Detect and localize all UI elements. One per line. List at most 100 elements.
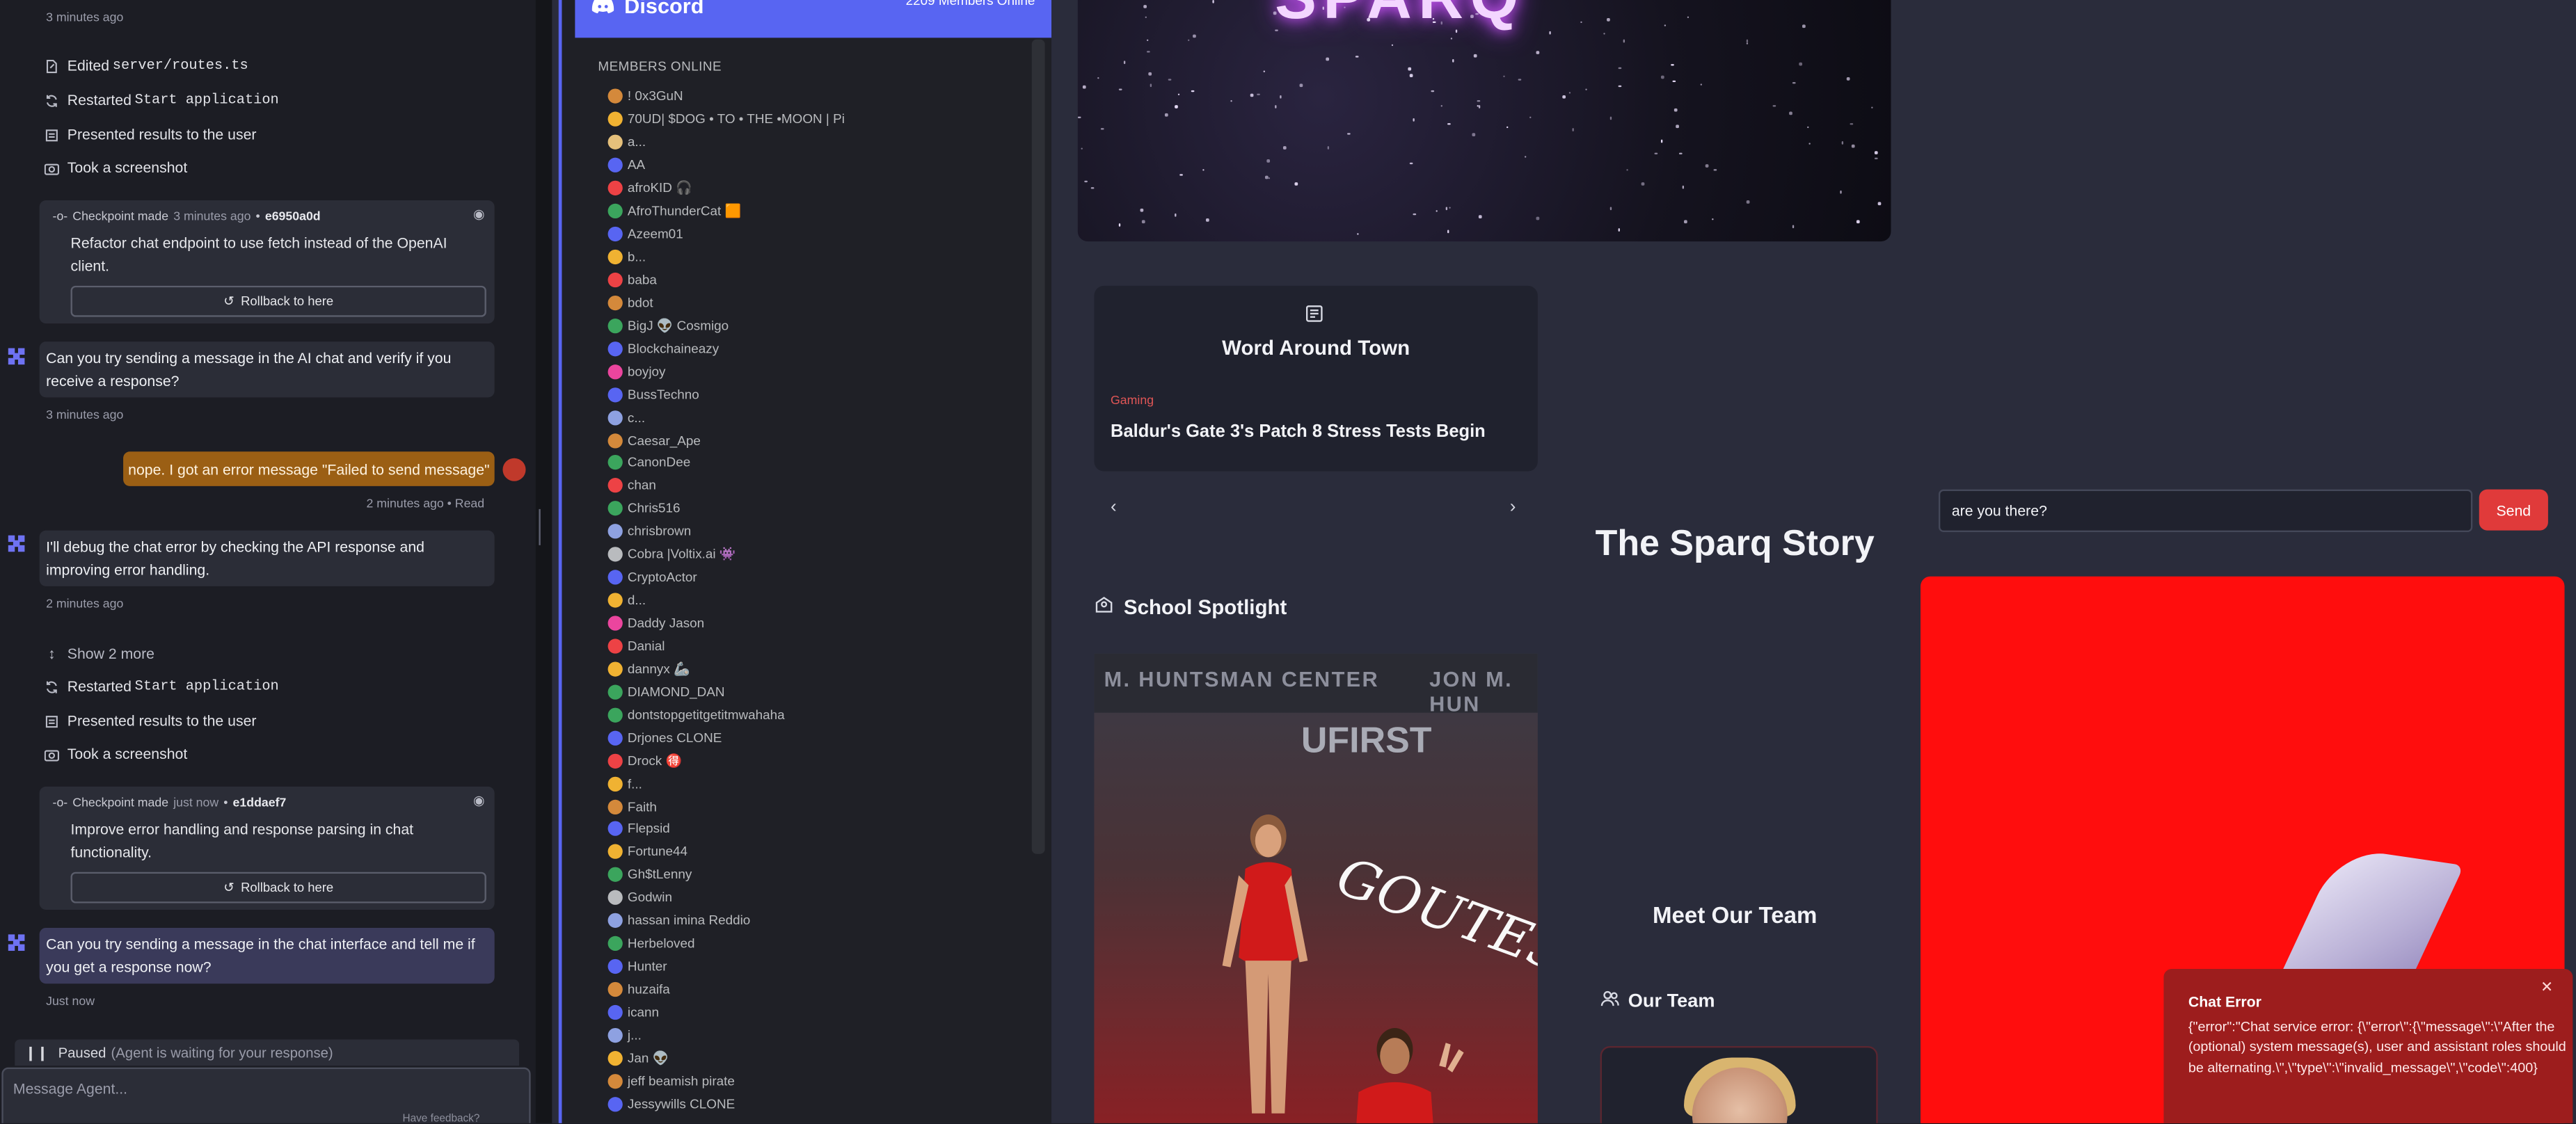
- member-row[interactable]: a...: [607, 131, 1039, 154]
- member-name: Blockchaineazy: [627, 341, 719, 356]
- scrollbar[interactable]: [1031, 39, 1045, 854]
- member-avatar: [607, 135, 623, 150]
- member-row[interactable]: f...: [607, 772, 1039, 795]
- member-row[interactable]: Hunter: [607, 955, 1039, 978]
- preview-icon[interactable]: ◉: [473, 207, 484, 221]
- message-text: Can you try sending a message in the cha…: [46, 936, 475, 976]
- member-row[interactable]: Jan 👽: [607, 1047, 1039, 1070]
- member-row[interactable]: Jessywills CLONE: [607, 1093, 1039, 1116]
- checkpoint-hash: e6950a0d: [264, 208, 321, 224]
- member-row[interactable]: jeff beamish pirate: [607, 1070, 1039, 1093]
- show-more-button[interactable]: ↕ Show 2 more: [45, 645, 154, 662]
- star-decoration: [1841, 141, 1845, 145]
- news-headline[interactable]: Baldur's Gate 3's Patch 8 Stress Tests B…: [1111, 422, 1486, 442]
- rollback-button[interactable]: ↺ Rollback to here: [70, 285, 486, 317]
- star-decoration: [1306, 0, 1309, 3]
- member-row[interactable]: Danial: [607, 635, 1039, 658]
- member-name: BigJ 👽 Cosmigo: [627, 318, 729, 333]
- member-row[interactable]: ! 0x3GuN: [607, 86, 1039, 109]
- star-decoration: [1792, 81, 1796, 85]
- member-row[interactable]: Fortune44: [607, 841, 1039, 864]
- rollback-button[interactable]: ↺ Rollback to here: [70, 872, 486, 904]
- member-row[interactable]: CryptoActor: [607, 566, 1039, 589]
- star-decoration: [1268, 177, 1271, 179]
- member-row[interactable]: bdot: [607, 291, 1039, 314]
- member-row[interactable]: dontstopgetitgetitmwahaha: [607, 703, 1039, 726]
- member-row[interactable]: AA: [607, 154, 1039, 177]
- member-row[interactable]: c...: [607, 406, 1039, 428]
- member-row[interactable]: Faith: [607, 795, 1039, 818]
- users-icon: [1600, 988, 1620, 1013]
- action-restarted[interactable]: Restarted Start application: [45, 678, 279, 695]
- carousel-prev-button[interactable]: ‹: [1111, 497, 1117, 517]
- member-row[interactable]: Flepsid: [607, 818, 1039, 841]
- member-row[interactable]: Herbeloved: [607, 932, 1039, 955]
- action-screenshot[interactable]: Took a screenshot: [44, 746, 187, 762]
- star-decoration: [1174, 214, 1177, 217]
- member-row[interactable]: Cobra |Voltix.ai 👾: [607, 543, 1039, 566]
- member-row[interactable]: boyjoy: [607, 360, 1039, 383]
- member-row[interactable]: CanonDee: [607, 451, 1039, 474]
- member-row[interactable]: Caesar_Ape: [607, 428, 1039, 451]
- member-row[interactable]: 70UD| $DOG • TO • THE •MOON | Pi: [607, 109, 1039, 131]
- member-row[interactable]: d...: [607, 589, 1039, 612]
- member-row[interactable]: Drock 🉐: [607, 749, 1039, 772]
- member-row[interactable]: chan: [607, 474, 1039, 497]
- member-row[interactable]: Azeem01: [607, 223, 1039, 246]
- message-agent-input[interactable]: Message Agent... Have feedback?: [1, 1067, 531, 1123]
- member-row[interactable]: chrisbrown: [607, 520, 1039, 543]
- member-row[interactable]: afroKID 🎧: [607, 177, 1039, 200]
- member-row[interactable]: j...: [607, 1024, 1039, 1047]
- star-decoration: [1101, 127, 1104, 131]
- star-decoration: [1077, 115, 1081, 119]
- rollback-label: Rollback to here: [241, 880, 334, 895]
- chat-message-input[interactable]: are you there?: [1938, 489, 2473, 532]
- action-label: Took a screenshot: [67, 159, 188, 176]
- member-row[interactable]: dannyx 🦾: [607, 657, 1039, 680]
- member-name: Fortune44: [627, 844, 688, 860]
- feedback-link[interactable]: Have feedback?: [402, 1114, 479, 1123]
- news-category[interactable]: Gaming: [1111, 392, 1154, 407]
- member-avatar: [607, 639, 623, 654]
- send-button[interactable]: Send: [2479, 489, 2548, 531]
- member-row[interactable]: b...: [607, 246, 1039, 268]
- panel-resize-handle[interactable]: [535, 0, 552, 1123]
- team-member-card[interactable]: [1600, 1045, 1878, 1123]
- member-row[interactable]: DIAMOND_DAN: [607, 680, 1039, 703]
- member-row[interactable]: BigJ 👽 Cosmigo: [607, 314, 1039, 337]
- star-decoration: [1655, 152, 1657, 155]
- star-decoration: [1641, 182, 1645, 185]
- our-team-label: Our Team: [1628, 990, 1715, 1011]
- member-avatar: [607, 707, 623, 723]
- action-screenshot[interactable]: Took a screenshot: [44, 159, 188, 176]
- present-icon: [45, 127, 59, 142]
- member-avatar: [607, 547, 623, 562]
- close-icon[interactable]: ✕: [2541, 979, 2553, 997]
- star-decoration: [1413, 213, 1416, 216]
- star-decoration: [1706, 165, 1708, 168]
- member-row[interactable]: Blockchaineazy: [607, 337, 1039, 360]
- member-row[interactable]: Drjones CLONE: [607, 726, 1039, 749]
- member-row[interactable]: Daddy Jason: [607, 612, 1039, 635]
- member-row[interactable]: icann: [607, 1001, 1039, 1024]
- action-presented[interactable]: Presented results to the user: [45, 127, 256, 143]
- star-decoration: [1536, 51, 1539, 54]
- action-presented[interactable]: Presented results to the user: [45, 713, 256, 729]
- member-row[interactable]: Godwin: [607, 886, 1039, 909]
- action-restarted[interactable]: Restarted Start application: [45, 92, 279, 109]
- star-decoration: [1140, 209, 1144, 212]
- spotlight-image[interactable]: M. HUNTSMAN CENTER JON M. HUN UFIRST GOU…: [1094, 653, 1538, 1123]
- discord-logo[interactable]: Discord: [591, 0, 703, 18]
- preview-icon[interactable]: ◉: [473, 793, 484, 808]
- member-row[interactable]: Chris516: [607, 497, 1039, 520]
- member-row[interactable]: huzaifa: [607, 978, 1039, 1001]
- member-row[interactable]: hassan imina Reddio: [607, 909, 1039, 932]
- member-row[interactable]: Gh$tLenny: [607, 864, 1039, 887]
- sponsor-text: UFIRST: [1301, 719, 1432, 761]
- star-decoration: [1448, 206, 1452, 209]
- action-edited-file[interactable]: Edited server/routes.ts: [45, 58, 248, 74]
- member-row[interactable]: BussTechno: [607, 383, 1039, 406]
- member-row[interactable]: baba: [607, 268, 1039, 291]
- member-row[interactable]: AfroThunderCat 🟧: [607, 200, 1039, 223]
- carousel-next-button[interactable]: ›: [1510, 497, 1516, 517]
